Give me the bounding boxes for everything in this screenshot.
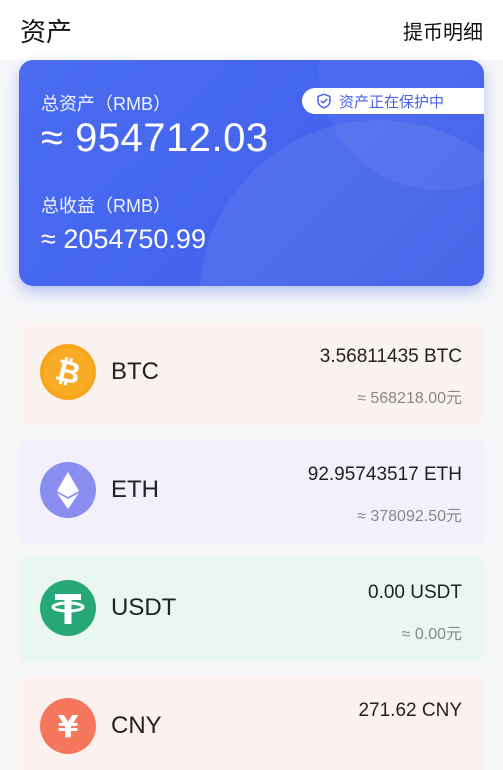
asset-row-eth[interactable]: ETH 92.95743517 ETH ≈ 378092.50元 <box>19 440 484 544</box>
asset-row-btc[interactable]: ₿ BTC 3.56811435 BTC ≈ 568218.00元 <box>19 322 484 426</box>
asset-amount: 0.00 USDT <box>368 582 462 603</box>
total-income-label: 总收益（RMB） <box>41 196 171 216</box>
asset-amount: 3.56811435 BTC <box>319 346 462 367</box>
asset-rmb-value: ≈ 378092.50元 <box>357 508 462 525</box>
asset-symbol: CNY <box>111 712 162 739</box>
assets-screen: 资产 提币明细 总资产（RMB） ≈ 954712.03 总收益（RMB） ≈ … <box>0 0 503 770</box>
total-income-value: ≈ 2054750.99 <box>41 224 206 254</box>
asset-summary-card: 总资产（RMB） ≈ 954712.03 总收益（RMB） ≈ 2054750.… <box>19 60 484 286</box>
withdraw-details-link[interactable]: 提币明细 <box>403 16 483 45</box>
total-assets-label: 总资产（RMB） <box>41 94 171 114</box>
protection-badge[interactable]: 资产正在保护中 <box>302 88 484 114</box>
asset-symbol: ETH <box>111 476 159 503</box>
total-assets-value: ≈ 954712.03 <box>41 116 269 160</box>
asset-symbol: BTC <box>111 358 159 385</box>
asset-symbol: USDT <box>111 594 177 621</box>
shield-check-icon <box>317 93 331 109</box>
header-bar: 资产 提币明细 <box>0 0 503 60</box>
asset-rmb-value: ≈ 0.00元 <box>401 626 462 643</box>
ethereum-icon <box>40 462 96 518</box>
svg-text:¥: ¥ <box>58 710 79 745</box>
bitcoin-icon: ₿ <box>40 344 96 400</box>
tether-icon <box>40 580 96 636</box>
yuan-icon: ¥ <box>40 698 96 754</box>
asset-amount: 271.62 CNY <box>358 700 462 721</box>
asset-amount: 92.95743517 ETH <box>307 464 462 485</box>
asset-row-cny[interactable]: ¥ CNY 271.62 CNY <box>19 676 484 770</box>
page-title: 资产 <box>20 16 73 47</box>
asset-row-usdt[interactable]: USDT 0.00 USDT ≈ 0.00元 <box>19 558 484 662</box>
protection-badge-label: 资产正在保护中 <box>339 93 445 111</box>
asset-rmb-value: ≈ 568218.00元 <box>357 390 462 407</box>
